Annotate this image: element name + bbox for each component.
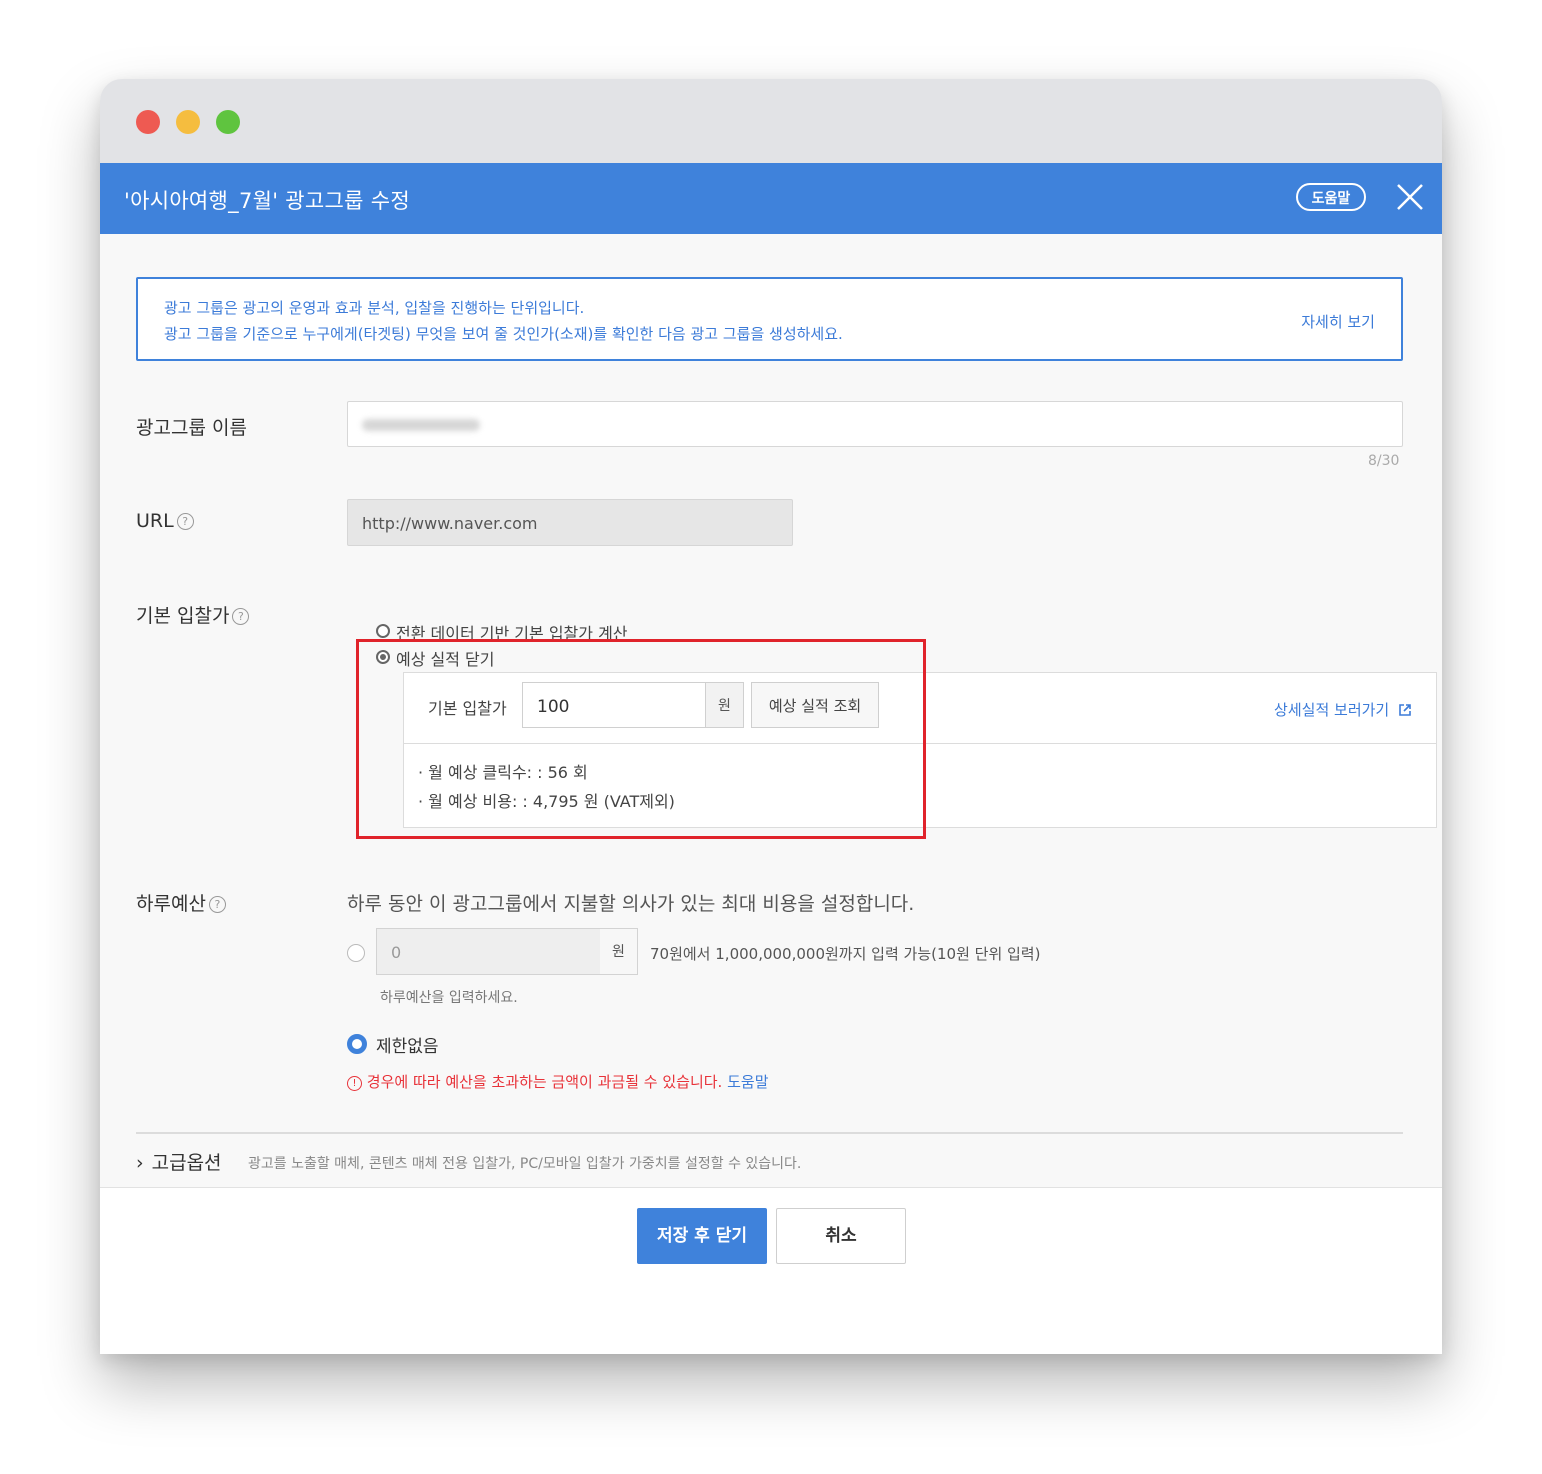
dialog-window: '아시아여행_7월' 광고그룹 수정 도움말 광고 그룹은 광고의 운영과 효과… [100, 79, 1442, 1354]
section-divider [136, 1132, 1403, 1134]
unlimited-budget-label[interactable]: 제한없음 [376, 1032, 439, 1057]
save-and-close-button[interactable]: 저장 후 닫기 [637, 1208, 767, 1264]
notice-more-link[interactable]: 자세히 보기 [1301, 311, 1375, 332]
detail-performance-link[interactable]: 상세실적 보러가기 [1274, 699, 1412, 721]
url-value: http://www.naver.com [362, 514, 538, 533]
window-titlebar [100, 79, 1442, 163]
maximize-window-button[interactable] [216, 110, 240, 134]
cancel-button[interactable]: 취소 [776, 1208, 906, 1264]
dialog-footer: 저장 후 닫기 취소 [100, 1187, 1442, 1354]
question-icon[interactable]: ? [208, 896, 226, 913]
notice-line-1: 광고 그룹은 광고의 운영과 효과 분석, 입찰을 진행하는 단위입니다. [164, 299, 585, 317]
url-field: http://www.naver.com [347, 499, 793, 546]
question-icon[interactable]: ? [176, 513, 194, 530]
warning-icon: ! [347, 1076, 362, 1091]
advanced-options-toggle[interactable]: › 고급옵션 [136, 1148, 222, 1175]
conversion-bid-radio[interactable] [376, 624, 390, 638]
annotation-highlight-box [356, 639, 926, 839]
daily-budget-value: 0 [391, 943, 402, 962]
info-notice: 광고 그룹은 광고의 운영과 효과 분석, 입찰을 진행하는 단위입니다. 광고… [136, 277, 1403, 361]
daily-budget-unit: 원 [600, 928, 638, 975]
group-name-input[interactable] [347, 401, 1403, 447]
chevron-right-icon: › [136, 1152, 144, 1174]
bid-label: 기본 입찰가 [136, 605, 230, 627]
daily-budget-description: 하루 동안 이 광고그룹에서 지불할 의사가 있는 최대 비용을 설정합니다. [347, 893, 915, 915]
minimize-window-button[interactable] [176, 110, 200, 134]
warning-text: 경우에 따라 예산을 초과하는 금액이 과금될 수 있습니다. [366, 1073, 723, 1091]
close-icon[interactable] [1394, 181, 1426, 213]
dialog-header: '아시아여행_7월' 광고그룹 수정 도움말 [100, 163, 1442, 234]
warning-help-link[interactable]: 도움말 [727, 1073, 768, 1091]
question-icon[interactable]: ? [232, 608, 250, 625]
dialog-title: '아시아여행_7월' 광고그룹 수정 [124, 189, 410, 213]
bid-label-row: 기본 입찰가? [136, 601, 250, 628]
custom-budget-radio[interactable] [347, 944, 365, 962]
url-label: URL [136, 510, 174, 532]
advanced-options-description: 광고를 노출할 매체, 콘텐츠 매체 전용 입찰가, PC/모바일 입찰가 가중… [248, 1156, 802, 1172]
budget-range-text: 70원에서 1,000,000,000원까지 입력 가능(10원 단위 입력) [650, 945, 1041, 963]
external-link-icon [1398, 703, 1412, 721]
close-window-button[interactable] [136, 110, 160, 134]
url-label-row: URL? [136, 510, 194, 532]
help-button[interactable]: 도움말 [1296, 183, 1366, 211]
budget-warning: ! 경우에 따라 예산을 초과하는 금액이 과금될 수 있습니다. 도움말 [347, 1071, 769, 1092]
budget-hint: 하루예산을 입력하세요. [380, 990, 518, 1006]
name-char-counter: 8/30 [1368, 453, 1400, 469]
blurred-value [362, 419, 480, 431]
daily-budget-label-row: 하루예산? [136, 889, 226, 916]
unlimited-budget-radio[interactable] [347, 1034, 367, 1054]
daily-budget-input[interactable]: 0 [376, 928, 601, 975]
notice-line-2: 광고 그룹을 기준으로 누구에게(타겟팅) 무엇을 보여 줄 것인가(소재)를 … [164, 325, 843, 343]
name-label: 광고그룹 이름 [136, 417, 247, 439]
advanced-options-label: 고급옵션 [151, 1152, 222, 1174]
detail-link-label: 상세실적 보러가기 [1274, 701, 1390, 719]
daily-budget-label: 하루예산 [136, 893, 206, 915]
